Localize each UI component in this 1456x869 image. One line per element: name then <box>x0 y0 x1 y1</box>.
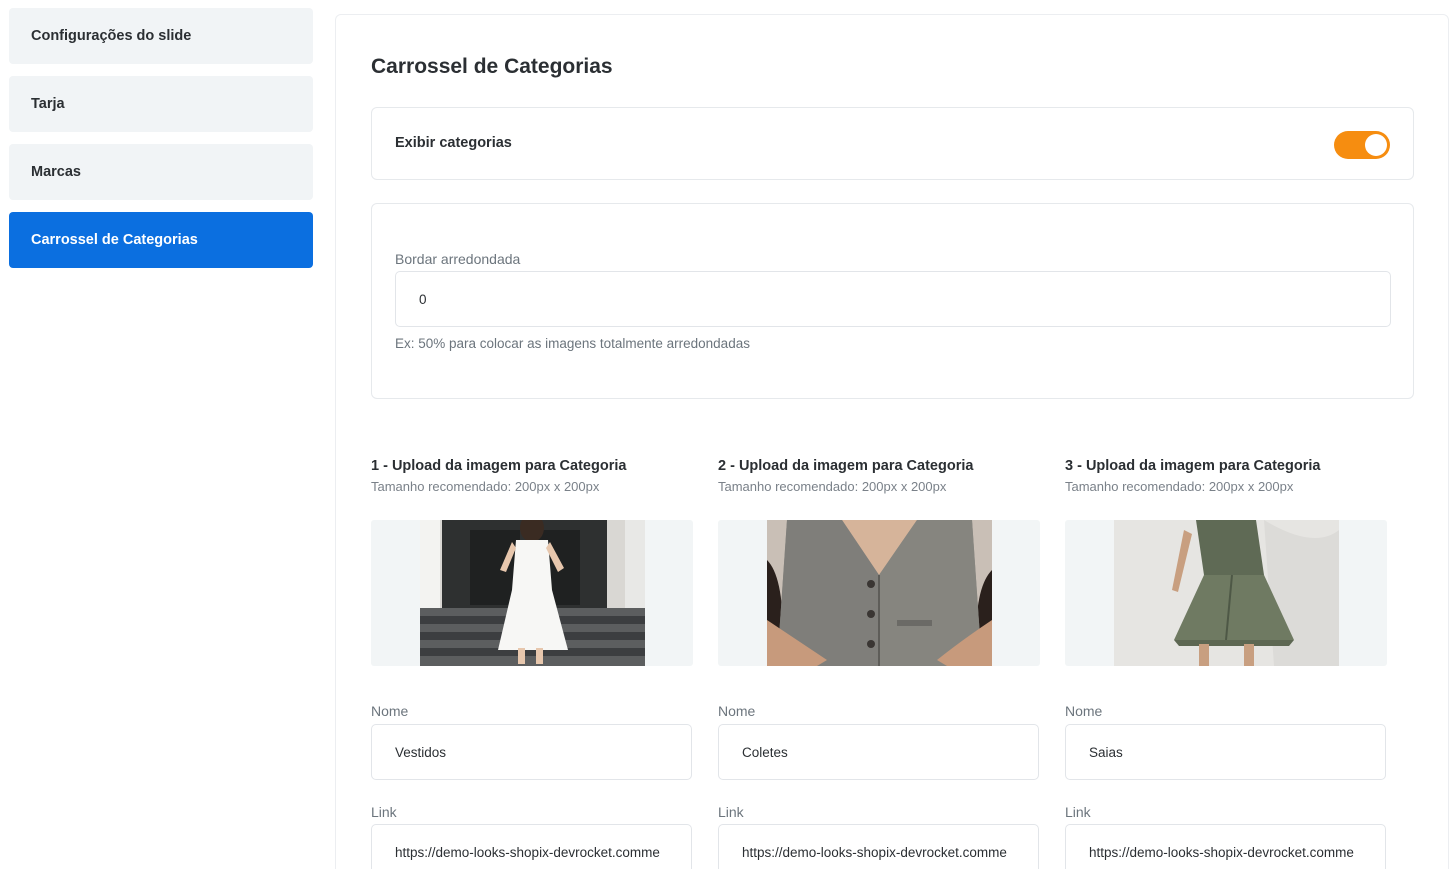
toggle-knob <box>1365 134 1387 156</box>
show-categories-label: Exibir categorias <box>395 135 512 151</box>
sidebar: Configurações do slide Tarja Marcas Carr… <box>9 8 313 280</box>
border-radius-label: Bordar arredondada <box>395 251 521 267</box>
gray-vest-photo <box>767 520 992 666</box>
category-image-upload[interactable] <box>718 520 1040 666</box>
upload-size-hint: Tamanho recomendado: 200px x 200px <box>718 479 947 494</box>
category-name-input[interactable] <box>371 724 692 780</box>
category-link-input[interactable] <box>1065 824 1386 869</box>
sidebar-item-category-carousel[interactable]: Carrossel de Categorias <box>9 212 313 268</box>
sidebar-item-label: Configurações do slide <box>31 28 192 44</box>
link-label: Link <box>371 804 397 820</box>
upload-title: 1 - Upload da imagem para Categoria <box>371 458 627 474</box>
link-label: Link <box>718 804 744 820</box>
border-radius-input[interactable] <box>395 271 1391 327</box>
main-card: Carrossel de Categorias Exibir categoria… <box>335 14 1449 869</box>
category-image-upload[interactable] <box>1065 520 1387 666</box>
show-categories-toggle[interactable] <box>1334 131 1390 159</box>
link-label: Link <box>1065 804 1091 820</box>
green-skirt-photo <box>1114 520 1339 666</box>
category-link-input[interactable] <box>371 824 692 869</box>
sidebar-item-label: Tarja <box>31 96 65 112</box>
page-title: Carrossel de Categorias <box>371 55 613 78</box>
category-upload-3: 3 - Upload da imagem para Categoria Tama… <box>1065 458 1387 869</box>
border-radius-panel: Bordar arredondada Ex: 50% para colocar … <box>371 203 1414 399</box>
upload-title: 3 - Upload da imagem para Categoria <box>1065 458 1321 474</box>
sidebar-item-tarja[interactable]: Tarja <box>9 76 313 132</box>
sidebar-item-marcas[interactable]: Marcas <box>9 144 313 200</box>
category-image-upload[interactable] <box>371 520 693 666</box>
name-label: Nome <box>371 703 409 719</box>
category-name-input[interactable] <box>1065 724 1386 780</box>
category-upload-2: 2 - Upload da imagem para Categoria Tama… <box>718 458 1040 869</box>
sidebar-item-slide-settings[interactable]: Configurações do slide <box>9 8 313 64</box>
sidebar-item-label: Marcas <box>31 164 81 180</box>
upload-size-hint: Tamanho recomendado: 200px x 200px <box>1065 479 1294 494</box>
name-label: Nome <box>1065 703 1103 719</box>
category-name-input[interactable] <box>718 724 1039 780</box>
sidebar-item-label: Carrossel de Categorias <box>31 232 198 248</box>
border-radius-helper: Ex: 50% para colocar as imagens totalmen… <box>395 336 750 351</box>
show-categories-panel: Exibir categorias <box>371 107 1414 180</box>
category-upload-1: 1 - Upload da imagem para Categoria Tama… <box>371 458 693 869</box>
white-dress-photo <box>420 520 645 666</box>
category-link-input[interactable] <box>718 824 1039 869</box>
upload-size-hint: Tamanho recomendado: 200px x 200px <box>371 479 600 494</box>
name-label: Nome <box>718 703 756 719</box>
upload-title: 2 - Upload da imagem para Categoria <box>718 458 974 474</box>
